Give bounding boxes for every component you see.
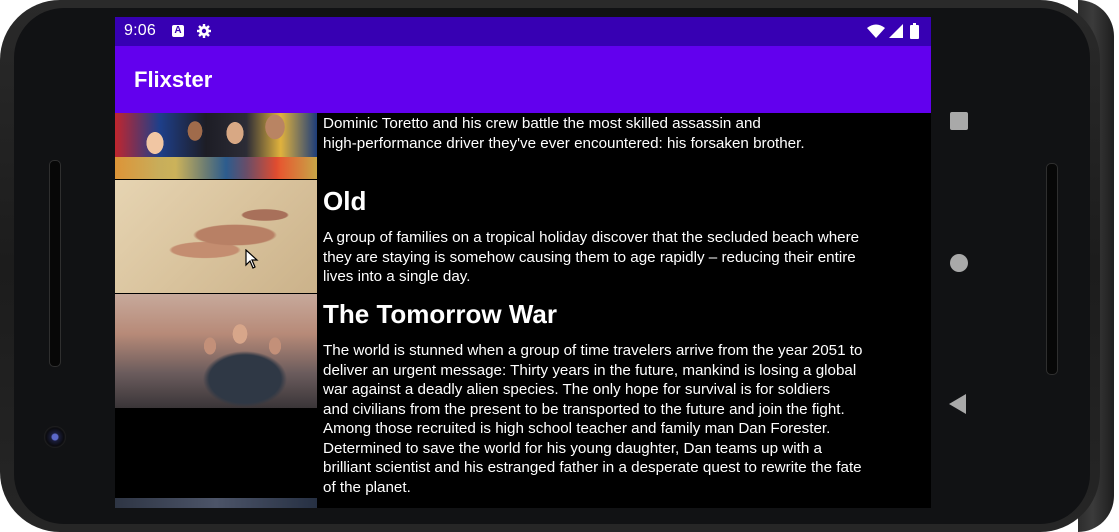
app-title: Flixster bbox=[134, 67, 213, 92]
movie-overview: Dominic Toretto and his crew battle the … bbox=[323, 115, 805, 152]
movie-list[interactable]: Dominic Toretto and his crew battle the … bbox=[115, 113, 931, 508]
device-screen: 9:06 A Flixster Dominic Toretto and his … bbox=[115, 17, 931, 508]
signal-icon bbox=[889, 24, 903, 38]
movie-item[interactable]: Dominic Toretto and his crew battle the … bbox=[115, 113, 931, 179]
movie-item[interactable]: Old A group of families on a tropical ho… bbox=[115, 180, 931, 293]
speaker-slot-left bbox=[49, 160, 61, 367]
movie-poster bbox=[115, 294, 317, 408]
movie-item[interactable]: The Tomorrow War The world is stunned wh… bbox=[115, 294, 931, 496]
speaker-slot-right bbox=[1046, 163, 1058, 375]
status-time: 9:06 bbox=[124, 22, 156, 39]
recents-square-icon[interactable] bbox=[950, 112, 968, 130]
back-triangle-icon[interactable] bbox=[949, 394, 966, 414]
movie-title: Old bbox=[323, 186, 367, 216]
front-camera-icon bbox=[44, 426, 66, 448]
movie-item[interactable] bbox=[115, 498, 931, 508]
movie-overview: A group of families on a tropical holida… bbox=[323, 229, 860, 285]
battery-icon bbox=[910, 23, 919, 39]
home-circle-icon[interactable] bbox=[950, 254, 968, 272]
app-bar: Flixster bbox=[115, 46, 931, 113]
wifi-icon bbox=[867, 24, 885, 38]
gear-icon bbox=[197, 24, 211, 38]
movie-title: The Tomorrow War bbox=[323, 299, 557, 329]
movie-poster bbox=[115, 498, 317, 508]
phone-frame: 9:06 A Flixster Dominic Toretto and his … bbox=[0, 0, 1119, 532]
status-bar: 9:06 A bbox=[115, 17, 931, 46]
movie-poster bbox=[115, 113, 317, 179]
a-icon: A bbox=[172, 25, 184, 37]
movie-overview: The world is stunned when a group of tim… bbox=[323, 342, 863, 496]
movie-poster bbox=[115, 180, 317, 293]
mouse-cursor-icon bbox=[245, 249, 259, 269]
